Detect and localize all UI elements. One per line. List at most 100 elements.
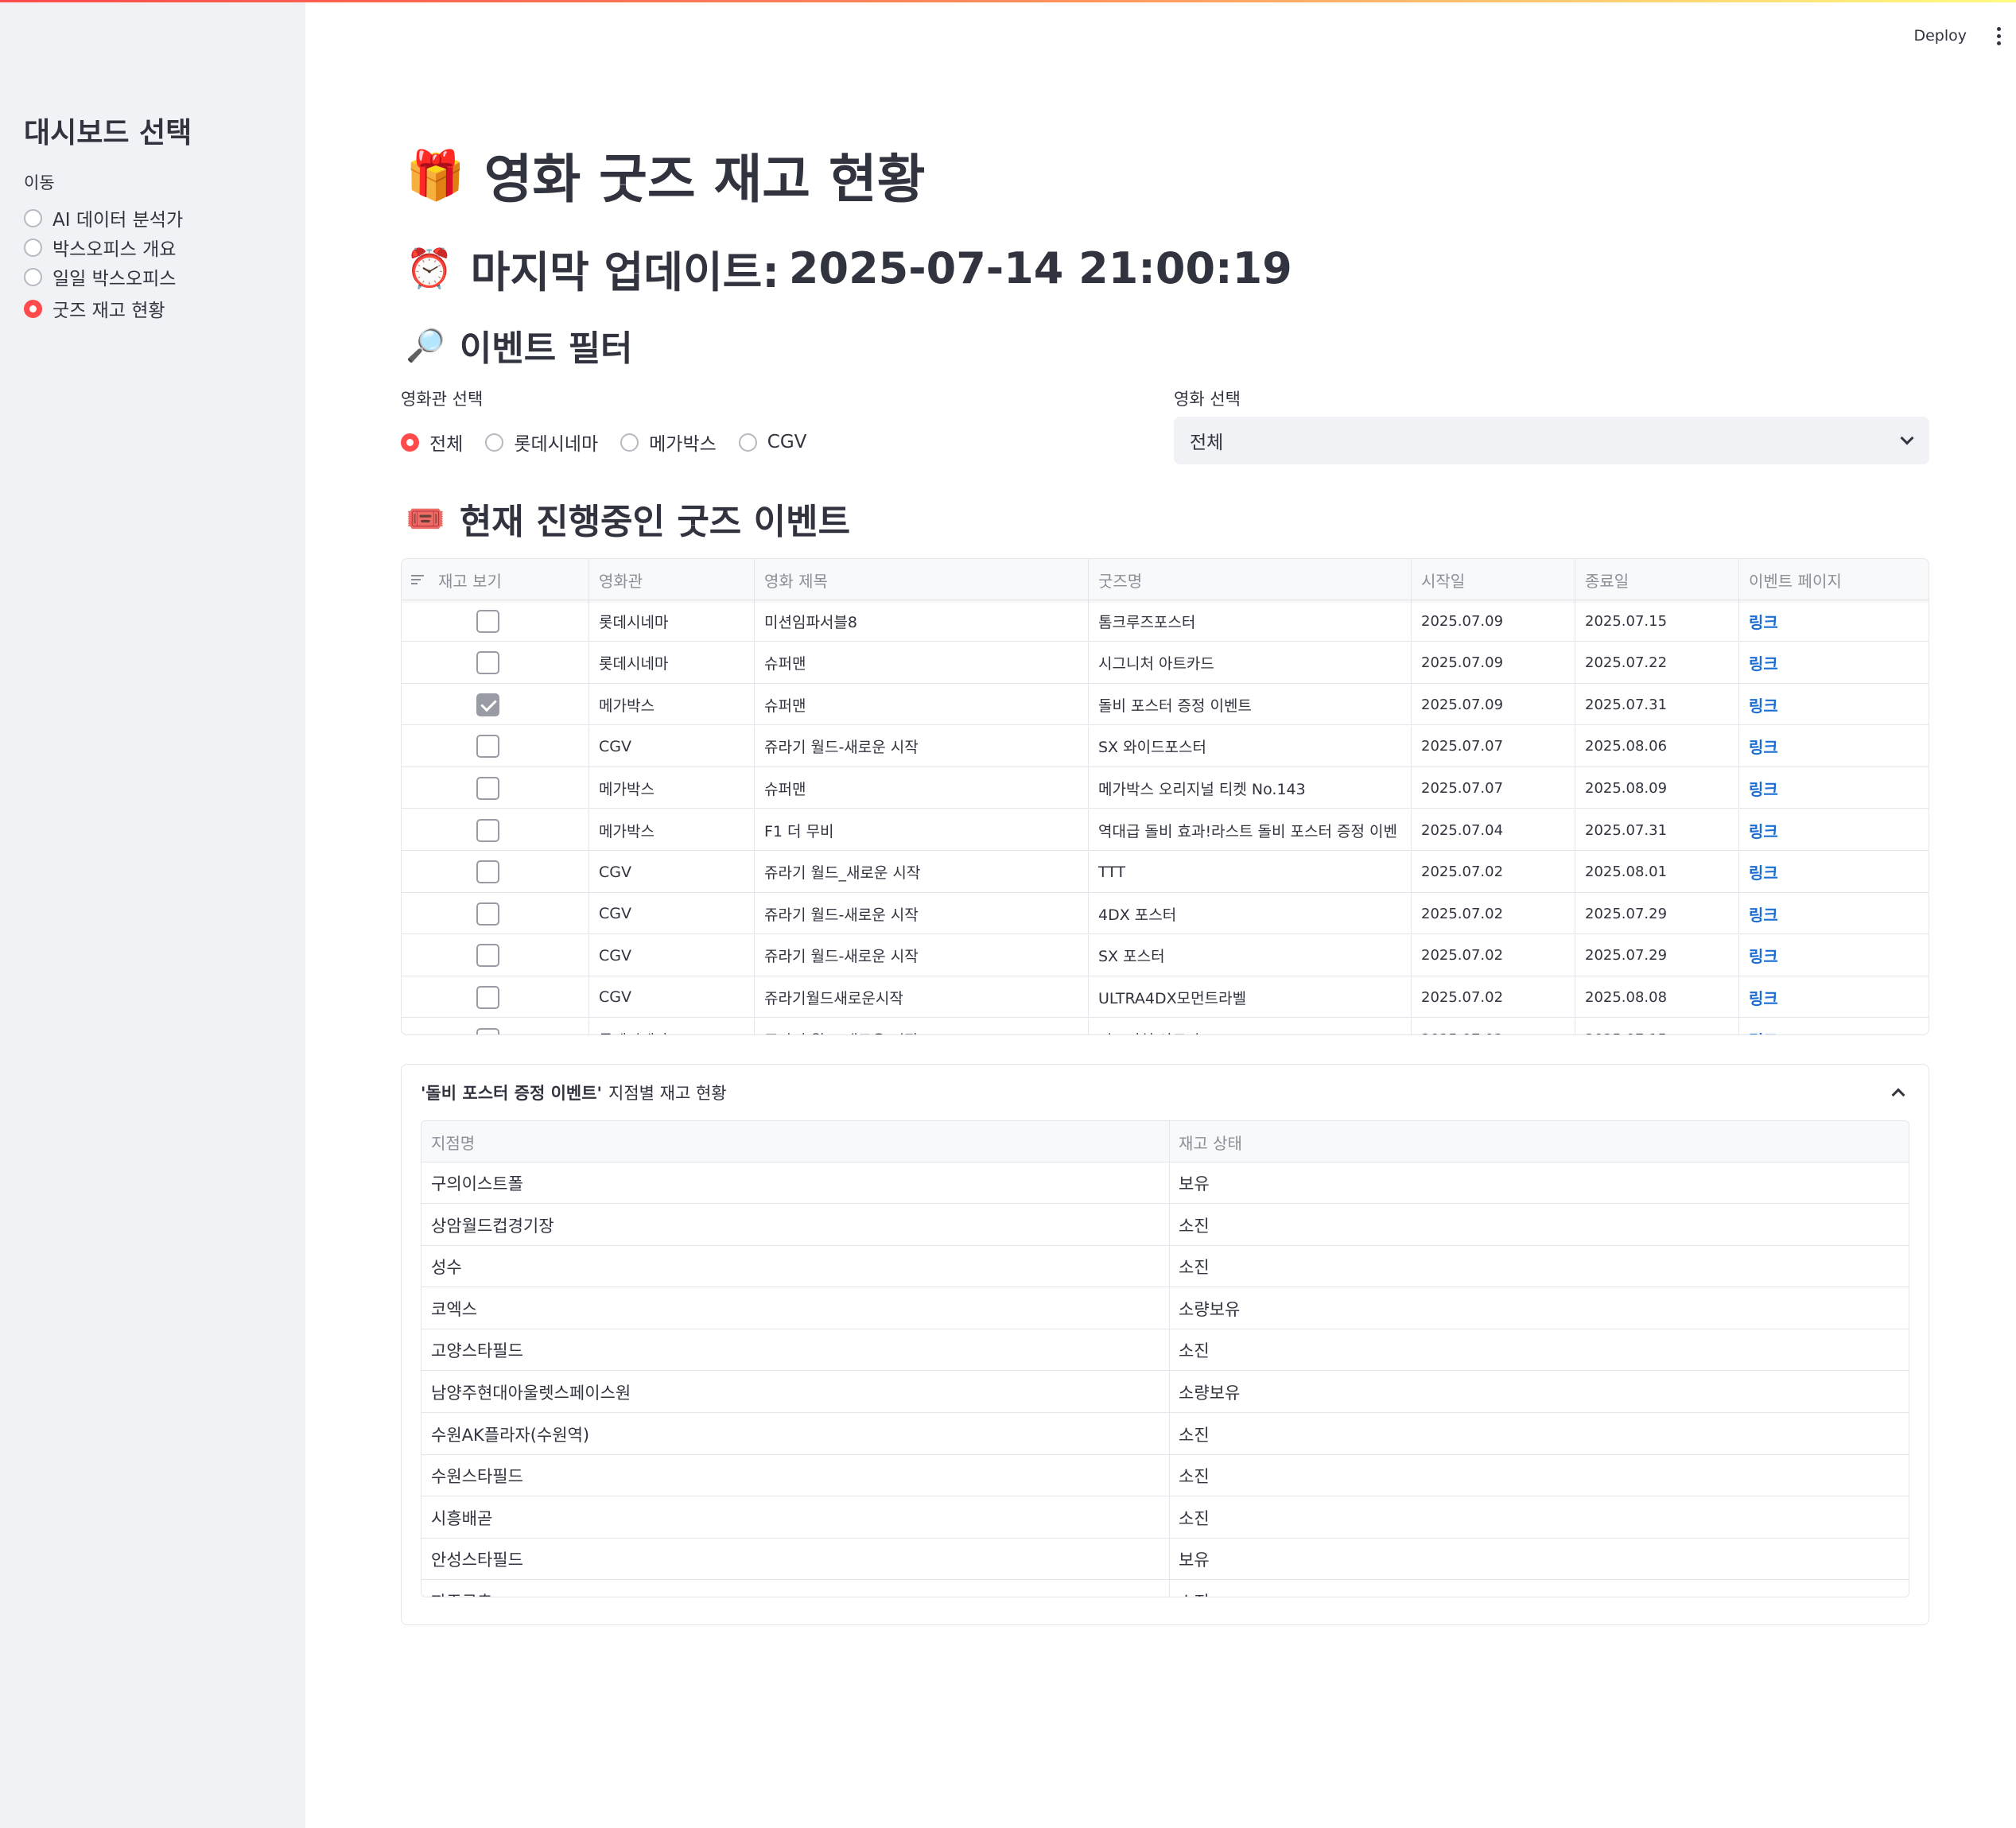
event-page-link[interactable]: 링크 xyxy=(1749,819,1778,842)
event-page-link[interactable]: 링크 xyxy=(1749,777,1778,800)
goods-cell: 시그니처 아트카드 xyxy=(1089,642,1412,684)
column-header-event-page[interactable]: 이벤트 페이지 xyxy=(1739,559,1929,600)
theater-cell: CGV xyxy=(589,976,755,1019)
theater-option-megabox[interactable]: 메가박스 xyxy=(620,429,717,456)
theater-option-label: CGV xyxy=(767,432,807,452)
stock-view-cell xyxy=(402,1019,589,1034)
end-cell: 2025.07.29 xyxy=(1575,934,1739,976)
table-row: 고양스타필드 소진 xyxy=(421,1329,1909,1372)
event-page-cell: 링크 xyxy=(1739,1019,1929,1035)
sidebar-option-goods-inventory[interactable]: 굿즈 재고 현황 xyxy=(24,295,165,322)
event-page-link[interactable]: 링크 xyxy=(1749,693,1778,716)
stock-status-cell: 소량보유 xyxy=(1179,1384,1241,1403)
event-page-link[interactable]: 링크 xyxy=(1749,1028,1778,1035)
movie-cell: 쥬라기 월드-새로운 시작 xyxy=(755,725,1089,767)
more-vertical-icon[interactable] xyxy=(1989,22,2008,49)
movie-select[interactable]: 전체 xyxy=(1174,417,1929,464)
theater-option-cgv[interactable]: CGV xyxy=(738,432,807,452)
end-cell: 2025.07.15 xyxy=(1575,600,1739,642)
inventory-expander-header[interactable]: '돌비 포스터 증정 이벤트' 지점별 재고 현황 xyxy=(402,1065,1929,1120)
checkbox[interactable] xyxy=(476,776,499,800)
column-header-end-date[interactable]: 종료일 xyxy=(1575,559,1739,600)
checkbox[interactable] xyxy=(476,609,499,633)
stock-status-cell: 소진 xyxy=(1179,1341,1210,1361)
branch-cell: 상암월드컵경기장 xyxy=(431,1216,554,1236)
sidebar-nav-label: 이동 xyxy=(24,173,55,192)
sidebar-title: 대시보드 선택 xyxy=(24,117,192,149)
checkbox[interactable] xyxy=(476,1027,499,1034)
column-header-goods[interactable]: 굿즈명 xyxy=(1089,559,1412,600)
goods-cell: 4DX 포스터 xyxy=(1089,893,1412,935)
theater-cell: CGV xyxy=(589,934,755,976)
event-page-link[interactable]: 링크 xyxy=(1749,902,1778,926)
table-row: 메가박스 슈퍼맨 메가박스 오리지널 티켓 No.143 2025.07.07 2025… xyxy=(402,767,1929,809)
start-cell: 2025.07.02 xyxy=(1412,893,1575,935)
sidebar-option-boxoffice-overview[interactable]: 박스오피스 개요 xyxy=(24,234,176,261)
theater-option-lotte[interactable]: 롯데시네마 xyxy=(485,429,598,456)
stock-view-cell xyxy=(402,600,589,642)
deploy-button[interactable]: Deploy xyxy=(1913,27,1967,45)
sidebar-option-label: 일일 박스오피스 xyxy=(52,269,177,289)
column-header-movie[interactable]: 영화 제목 xyxy=(755,559,1089,600)
event-page-link[interactable]: 링크 xyxy=(1749,610,1778,633)
theater-cell: 메가박스 xyxy=(589,809,755,851)
column-header-branch[interactable]: 지점명 xyxy=(421,1121,1169,1162)
movie-cell: 쥬라기 월드-새로운 시작 xyxy=(755,893,1089,935)
table-row: CGV 쥬라기 월드_새로운 시작 TTT 2025.07.02 2025.08.01 링… xyxy=(402,851,1929,893)
movie-cell: 슈퍼맨 xyxy=(755,684,1089,726)
radio-icon xyxy=(24,208,42,227)
movie-cell: 쥬라기 월드-새로운 시작 xyxy=(755,1019,1089,1034)
checkbox[interactable] xyxy=(476,651,499,675)
theater-cell: CGV xyxy=(589,725,755,767)
checkbox[interactable] xyxy=(476,902,499,926)
end-cell: 2025.07.22 xyxy=(1575,642,1739,684)
sidebar-option-ai-analyst[interactable]: AI 데이터 분석가 xyxy=(24,204,183,231)
radio-selected-icon xyxy=(401,433,419,452)
end-cell: 2025.07.31 xyxy=(1575,809,1739,851)
checkbox[interactable] xyxy=(476,735,499,759)
start-cell: 2025.07.09 xyxy=(1412,684,1575,726)
theater-cell: 메가박스 xyxy=(589,767,755,809)
event-page-link[interactable]: 링크 xyxy=(1749,986,1778,1009)
event-page-link[interactable]: 링크 xyxy=(1749,735,1778,758)
theater-option-all[interactable]: 전체 xyxy=(401,429,463,456)
start-cell: 2025.07.02 xyxy=(1412,1019,1575,1034)
table-row: 남양주현대아울렛스페이스원 소량보유 xyxy=(421,1372,1909,1413)
column-header-stock-view[interactable]: 재고 보기 xyxy=(402,559,589,600)
sidebar-option-daily-boxoffice[interactable]: 일일 박스오피스 xyxy=(24,263,176,290)
chevron-up-icon xyxy=(1891,1088,1905,1102)
event-page-link[interactable]: 링크 xyxy=(1749,944,1778,967)
table-row: CGV 쥬라기월드새로운시작 ULTRA4DX모먼트라벨 2025.07.02 2025… xyxy=(402,976,1929,1019)
events-table: 재고 보기 영화관 영화 제목 굿즈명 시작일 종료일 이벤트 페이지 롯데시네… xyxy=(401,558,1929,1035)
stock-status-cell: 소진 xyxy=(1179,1425,1210,1445)
goods-cell: TTT xyxy=(1089,851,1412,893)
page-title-text: 영화 굿즈 재고 현황 xyxy=(484,149,926,210)
theater-radio-group: 전체 롯데시네마 메가박스 CGV xyxy=(401,428,829,456)
branch-cell: 성수 xyxy=(431,1258,462,1278)
column-header-stock-status[interactable]: 재고 상태 xyxy=(1169,1121,1909,1162)
radio-icon xyxy=(485,433,504,452)
checkbox[interactable] xyxy=(476,818,499,842)
checkbox[interactable] xyxy=(476,944,499,968)
column-header-theater[interactable]: 영화관 xyxy=(589,559,755,600)
edit-column-icon xyxy=(411,572,429,587)
chevron-down-icon xyxy=(1900,431,1914,445)
event-page-link[interactable]: 링크 xyxy=(1749,651,1778,674)
goods-cell: SX 와이드포스터 xyxy=(1089,725,1412,767)
stock-status-cell: 소진 xyxy=(1179,1216,1210,1236)
stock-status-cell: 소진 xyxy=(1179,1467,1210,1487)
checkbox[interactable] xyxy=(476,860,499,884)
checkbox-checked[interactable] xyxy=(476,693,499,716)
branch-cell: 수원AK플라자(수원역) xyxy=(431,1425,590,1445)
goods-cell: 시그니처 아트카드 xyxy=(1089,1019,1412,1034)
start-cell: 2025.07.02 xyxy=(1412,976,1575,1019)
goods-cell: 역대급 돌비 효과!라스트 돌비 포스터 증정 이벤 xyxy=(1089,809,1412,851)
end-cell: 2025.07.15 xyxy=(1575,1019,1739,1034)
event-page-link[interactable]: 링크 xyxy=(1749,860,1778,883)
table-row: 수원스타필드 소진 xyxy=(421,1455,1909,1497)
column-header-start-date[interactable]: 시작일 xyxy=(1412,559,1575,600)
end-cell: 2025.07.31 xyxy=(1575,684,1739,726)
branch-cell: 파주금촌 xyxy=(421,1581,1169,1597)
checkbox[interactable] xyxy=(476,985,499,1009)
theater-option-label: 메가박스 xyxy=(649,434,717,455)
